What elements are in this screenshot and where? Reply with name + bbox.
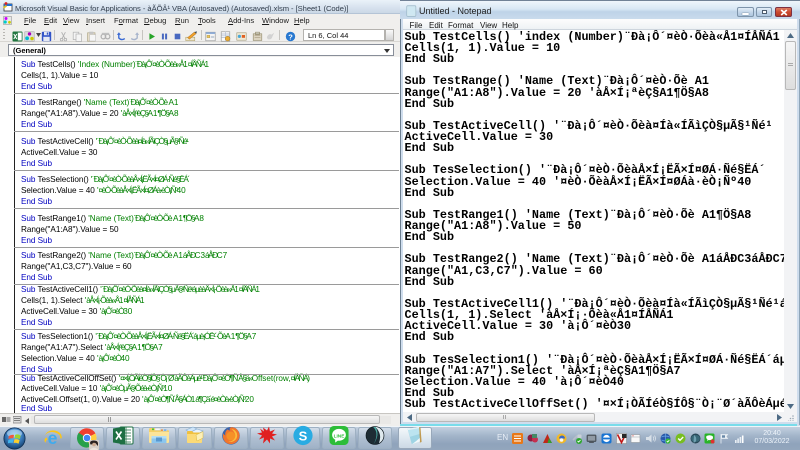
svg-text:LINE: LINE [334, 433, 345, 439]
svg-text:?: ? [288, 32, 293, 41]
svg-text:S: S [299, 429, 308, 444]
